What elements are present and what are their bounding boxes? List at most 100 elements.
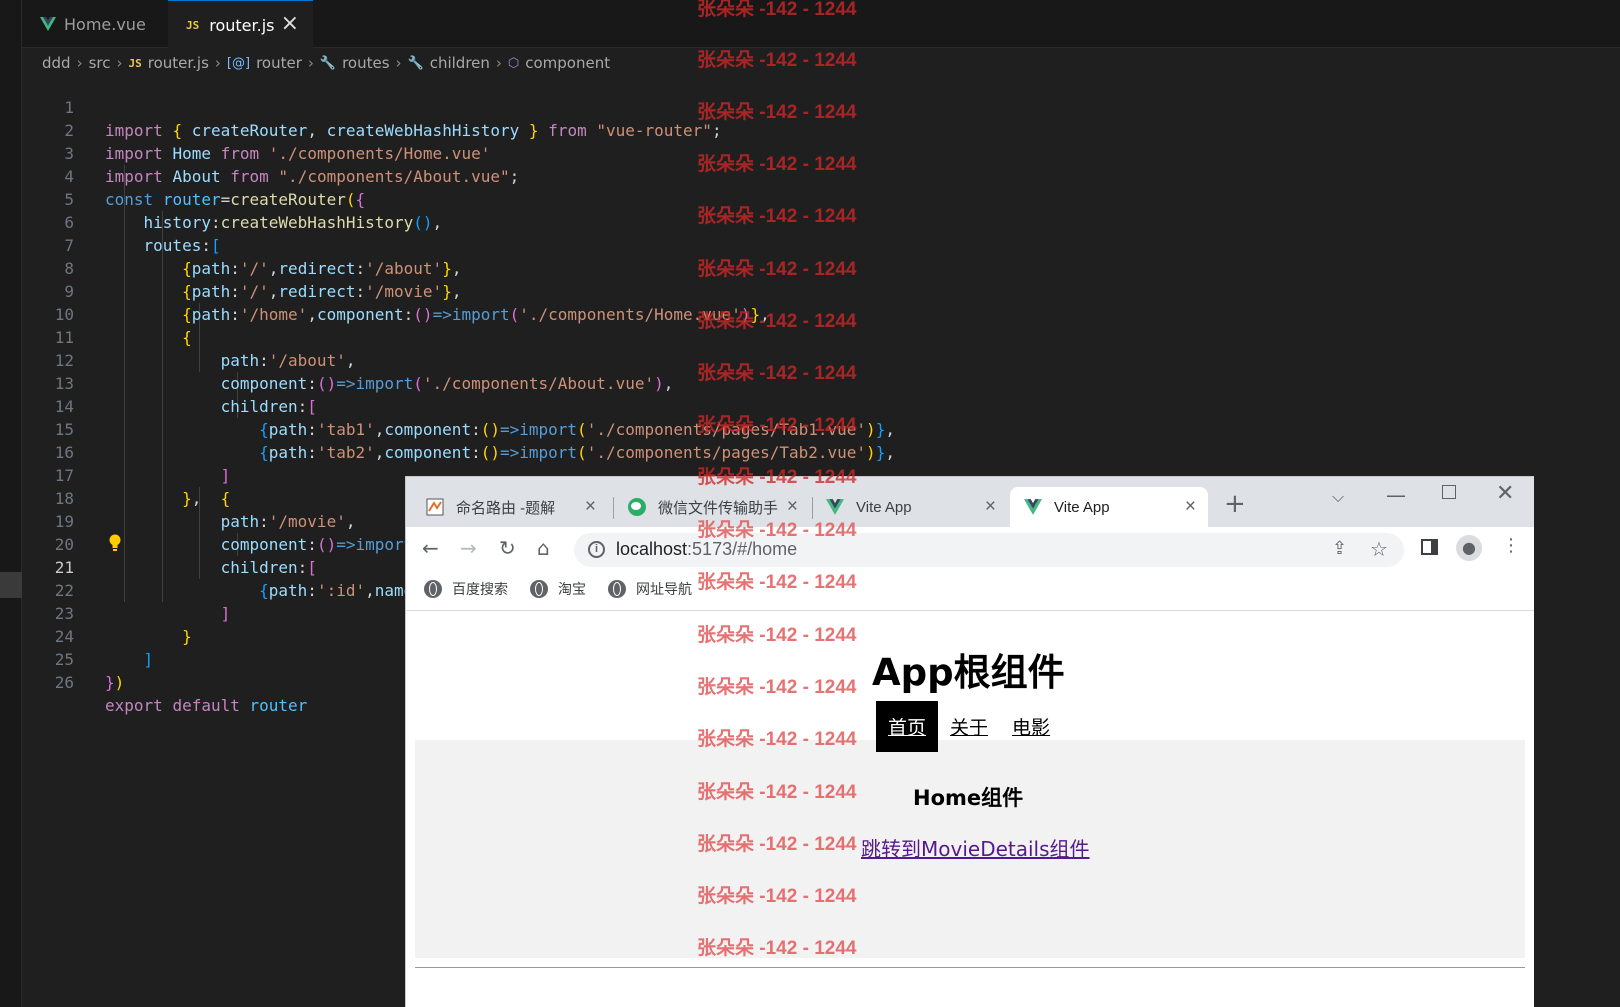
code-line: 7 {path:'/',redirect:'/about'}, [22, 211, 1620, 278]
menu-kebab-icon[interactable]: ⋮ [1502, 535, 1520, 556]
code-line: 16 ] [22, 418, 1620, 485]
vue-icon [40, 17, 56, 31]
close-icon[interactable]: × [985, 496, 996, 518]
nav-link-about[interactable]: 关于 [950, 713, 988, 740]
browser-tab[interactable]: Vite App × [812, 487, 1008, 527]
browser-toolbar: ← → ↻ ⌂ i localhost:5173/#/home ⇪ ☆ ● ⋮ [406, 527, 1534, 573]
home-heading: Home组件 [913, 786, 1024, 810]
back-icon[interactable]: ← [422, 536, 439, 560]
minimize-icon[interactable]: — [1386, 483, 1406, 507]
globe-icon [530, 580, 548, 598]
code-line: 3 import About from "./components/About.… [22, 119, 1620, 186]
info-icon[interactable]: i [588, 541, 605, 558]
breadcrumb-item[interactable]: ddd [42, 54, 71, 72]
bookmark-label: 网址导航 [636, 581, 692, 597]
new-tab-icon[interactable]: + [1224, 489, 1246, 519]
vue-icon [826, 499, 844, 515]
code-line: 11 path:'/about', [22, 303, 1620, 370]
editor-tab-router-js[interactable]: JS router.js × [168, 0, 313, 49]
code-line: 6 routes:[ [22, 188, 1620, 255]
js-icon: JS [186, 18, 200, 32]
chevron-right-icon: › [307, 54, 314, 72]
close-icon[interactable]: × [281, 13, 299, 35]
code-line: 2 import Home from './components/Home.vu… [22, 96, 1620, 163]
code-line: 12 component:()=>import('./components/Ab… [22, 326, 1620, 393]
home-component-panel: Home组件 跳转到MovieDetails组件 [415, 740, 1525, 958]
chevron-right-icon: › [495, 54, 502, 72]
browser-tab-active[interactable]: Vite App × [1010, 487, 1208, 527]
address-bar[interactable]: i localhost:5173/#/home ⇪ ☆ [574, 533, 1404, 567]
globe-icon [608, 580, 626, 598]
code-line: 4 const router=createRouter({ [22, 142, 1620, 209]
divider [415, 967, 1525, 968]
browser-tab-title: 微信文件传输助手 [658, 499, 778, 517]
activity-bar [0, 0, 22, 1007]
close-icon[interactable]: × [1185, 496, 1196, 518]
breadcrumb-item[interactable]: children [430, 54, 490, 72]
chevron-right-icon: › [116, 54, 123, 72]
browser-tab-title: 命名路由 -题解 [456, 499, 556, 517]
forward-icon[interactable]: → [460, 536, 477, 560]
page-title: App根组件 [872, 651, 1065, 694]
star-icon[interactable]: ☆ [1370, 537, 1388, 561]
editor-tab-label: Home.vue [64, 14, 146, 34]
breadcrumb-item[interactable]: src [89, 54, 111, 72]
line-number: 26 [54, 673, 74, 692]
breadcrumb-item[interactable]: router.js [148, 54, 209, 72]
code-line: 8 {path:'/',redirect:'/movie'}, [22, 234, 1620, 301]
nav-link-home[interactable]: 首页 [876, 700, 939, 752]
code-line: 5 history:createWebHashHistory(), [22, 165, 1620, 232]
chevron-right-icon: › [395, 54, 402, 72]
breadcrumb: ddd › src › JS router.js › [@] router › … [42, 52, 610, 74]
bookmark-item[interactable]: 淘宝 [530, 579, 586, 599]
browser-tab-strip: 命名路由 -题解 × 微信文件传输助手 × Vite App × Vite Ap… [406, 477, 1534, 527]
lightbulb-icon[interactable] [108, 534, 122, 552]
jupyter-icon [426, 498, 444, 516]
bookmark-item[interactable]: 网址导航 [608, 579, 692, 599]
browser-window: 命名路由 -题解 × 微信文件传输助手 × Vite App × Vite Ap… [405, 476, 1534, 1007]
activity-bar-selection[interactable] [0, 572, 22, 598]
bookmark-item[interactable]: 百度搜索 [424, 579, 508, 599]
cube-icon: ⬡ [507, 55, 520, 71]
code-line: 1 import { createRouter, createWebHashHi… [22, 73, 1620, 140]
home-icon[interactable]: ⌂ [537, 536, 550, 560]
bookmarks-bar: 百度搜索 淘宝 网址导航 [406, 573, 1534, 611]
code-line: 17 }, { [22, 441, 1620, 508]
web-page: App根组件 Home组件 跳转到MovieDetails组件 首页 关于 电影 [406, 612, 1534, 1007]
url-text[interactable]: localhost:5173/#/home [616, 539, 797, 560]
code-line: 14 {path:'tab1',component:()=>import('./… [22, 372, 1620, 439]
maximize-icon[interactable] [1442, 485, 1456, 499]
code-line: 13 children:[ [22, 349, 1620, 416]
chevron-right-icon: › [214, 54, 221, 72]
code-line: 10 { [22, 280, 1620, 347]
breadcrumb-item[interactable]: component [525, 54, 610, 72]
browser-tab[interactable]: 微信文件传输助手 × [614, 487, 810, 527]
nav-link-movie[interactable]: 电影 [1012, 713, 1050, 740]
profile-avatar-icon[interactable]: ● [1456, 535, 1482, 561]
breadcrumb-item[interactable]: routes [342, 54, 389, 72]
code-line: 15 {path:'tab2',component:()=>import('./… [22, 395, 1620, 462]
breadcrumb-item[interactable]: router [256, 54, 302, 72]
side-panel-icon[interactable] [1421, 539, 1438, 555]
variable-icon: [@] [226, 55, 251, 71]
movie-details-link[interactable]: 跳转到MovieDetails组件 [861, 833, 1090, 862]
close-window-icon[interactable]: ✕ [1496, 481, 1514, 506]
bookmark-label: 淘宝 [558, 581, 586, 597]
bookmark-label: 百度搜索 [452, 581, 508, 597]
chevron-right-icon: › [76, 54, 83, 72]
share-icon[interactable]: ⇪ [1332, 538, 1347, 559]
editor-tab-home-vue[interactable]: Home.vue [22, 0, 168, 48]
reload-icon[interactable]: ↻ [499, 536, 516, 560]
wrench-icon: 🔧 [319, 55, 337, 71]
wechat-icon [628, 498, 646, 516]
editor-tab-bar: Home.vue JS router.js × [22, 0, 1620, 49]
close-icon[interactable]: × [585, 496, 596, 518]
browser-tab[interactable]: 命名路由 -题解 × [412, 487, 608, 527]
editor-tab-label: router.js [209, 15, 275, 35]
browser-tab-title: Vite App [1054, 498, 1110, 516]
tab-search-icon[interactable]: ⌵ [1332, 487, 1344, 507]
globe-icon [424, 580, 442, 598]
js-icon: JS [128, 56, 142, 70]
browser-tab-title: Vite App [856, 498, 912, 516]
close-icon[interactable]: × [787, 496, 798, 518]
